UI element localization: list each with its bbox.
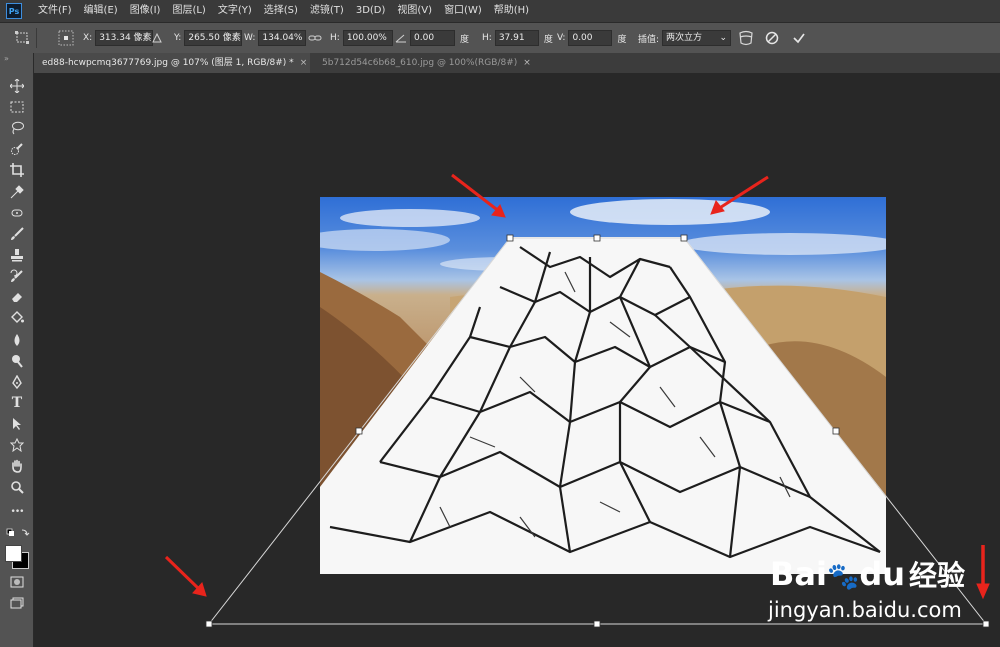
baidu-watermark-logo: Bai🐾du 经验	[770, 554, 965, 594]
watermark-brand: Bai	[770, 555, 827, 593]
watermark-brand-2: du	[859, 555, 906, 593]
transform-handle[interactable]	[593, 234, 601, 242]
arrow-icon	[164, 555, 202, 592]
transform-handle[interactable]	[506, 234, 514, 242]
transform-handle[interactable]	[832, 427, 840, 435]
transform-bounding-box[interactable]	[0, 0, 1000, 647]
paw-icon: 🐾	[826, 562, 860, 592]
transform-handle[interactable]	[205, 620, 213, 628]
transform-handle[interactable]	[680, 234, 688, 242]
arrow-icon	[451, 173, 501, 214]
transform-handle[interactable]	[355, 427, 363, 435]
transform-handle[interactable]	[982, 620, 990, 628]
watermark-cn: 经验	[909, 559, 966, 592]
arrow-icon	[717, 175, 769, 211]
watermark-url: jingyan.baidu.com	[768, 598, 962, 622]
transform-handle[interactable]	[593, 620, 601, 628]
arrow-icon	[976, 583, 990, 600]
